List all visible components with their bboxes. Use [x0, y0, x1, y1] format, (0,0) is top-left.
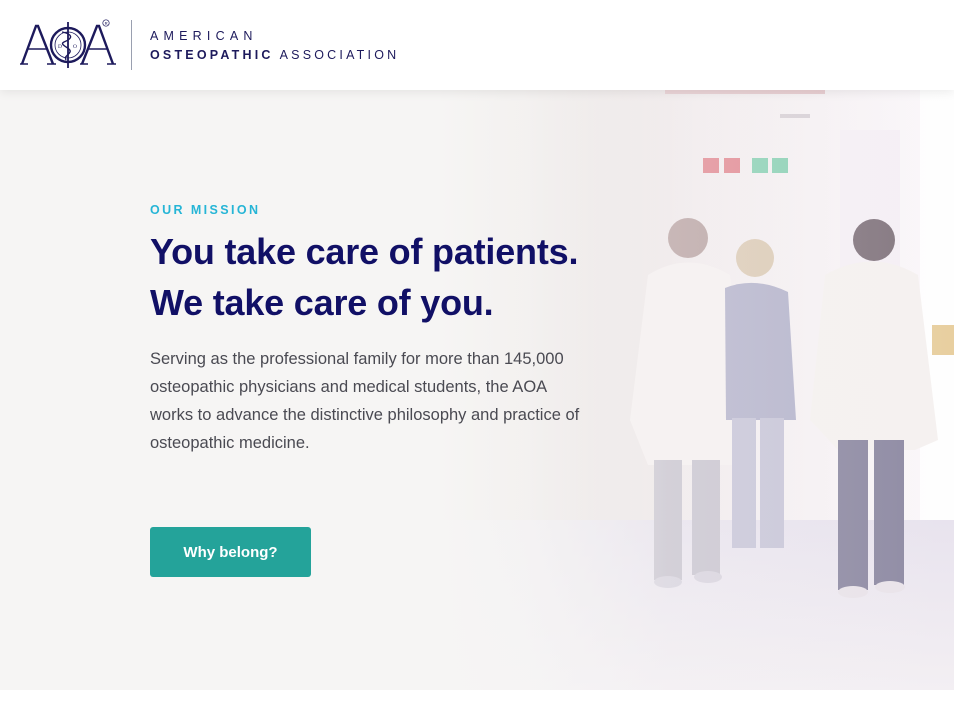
- logo-wordmark-rest: ASSOCIATION: [279, 48, 400, 62]
- hero-headline: You take care of patients. We take care …: [150, 226, 670, 328]
- hero-headline-line2: We take care of you.: [150, 282, 494, 323]
- logo-divider: [131, 20, 132, 70]
- why-belong-button[interactable]: Why belong?: [150, 527, 311, 577]
- logo-wordmark-line1: AMERICAN: [150, 29, 258, 43]
- site-header: D O R AMERICAN OSTEOPATHIC ASSOCIATION: [0, 0, 954, 90]
- hero-headline-line1: You take care of patients.: [150, 231, 579, 272]
- logo-wordmark-bold: OSTEOPATHIC: [150, 48, 274, 62]
- mission-eyebrow: OUR MISSION: [150, 203, 261, 217]
- svg-text:R: R: [105, 21, 108, 26]
- svg-text:D: D: [58, 44, 62, 50]
- aoa-logo-icon: D O R: [20, 19, 116, 68]
- page-bottom-band: [0, 690, 954, 722]
- hero-description: Serving as the professional family for m…: [150, 350, 580, 452]
- logo-wordmark-line2: OSTEOPATHIC ASSOCIATION: [150, 48, 399, 62]
- hero-section: OUR MISSION You take care of patients. W…: [0, 90, 954, 690]
- svg-text:O: O: [73, 44, 77, 50]
- aoa-logo-link[interactable]: D O R AMERICAN OSTEOPATHIC ASSOCIATION: [0, 0, 420, 90]
